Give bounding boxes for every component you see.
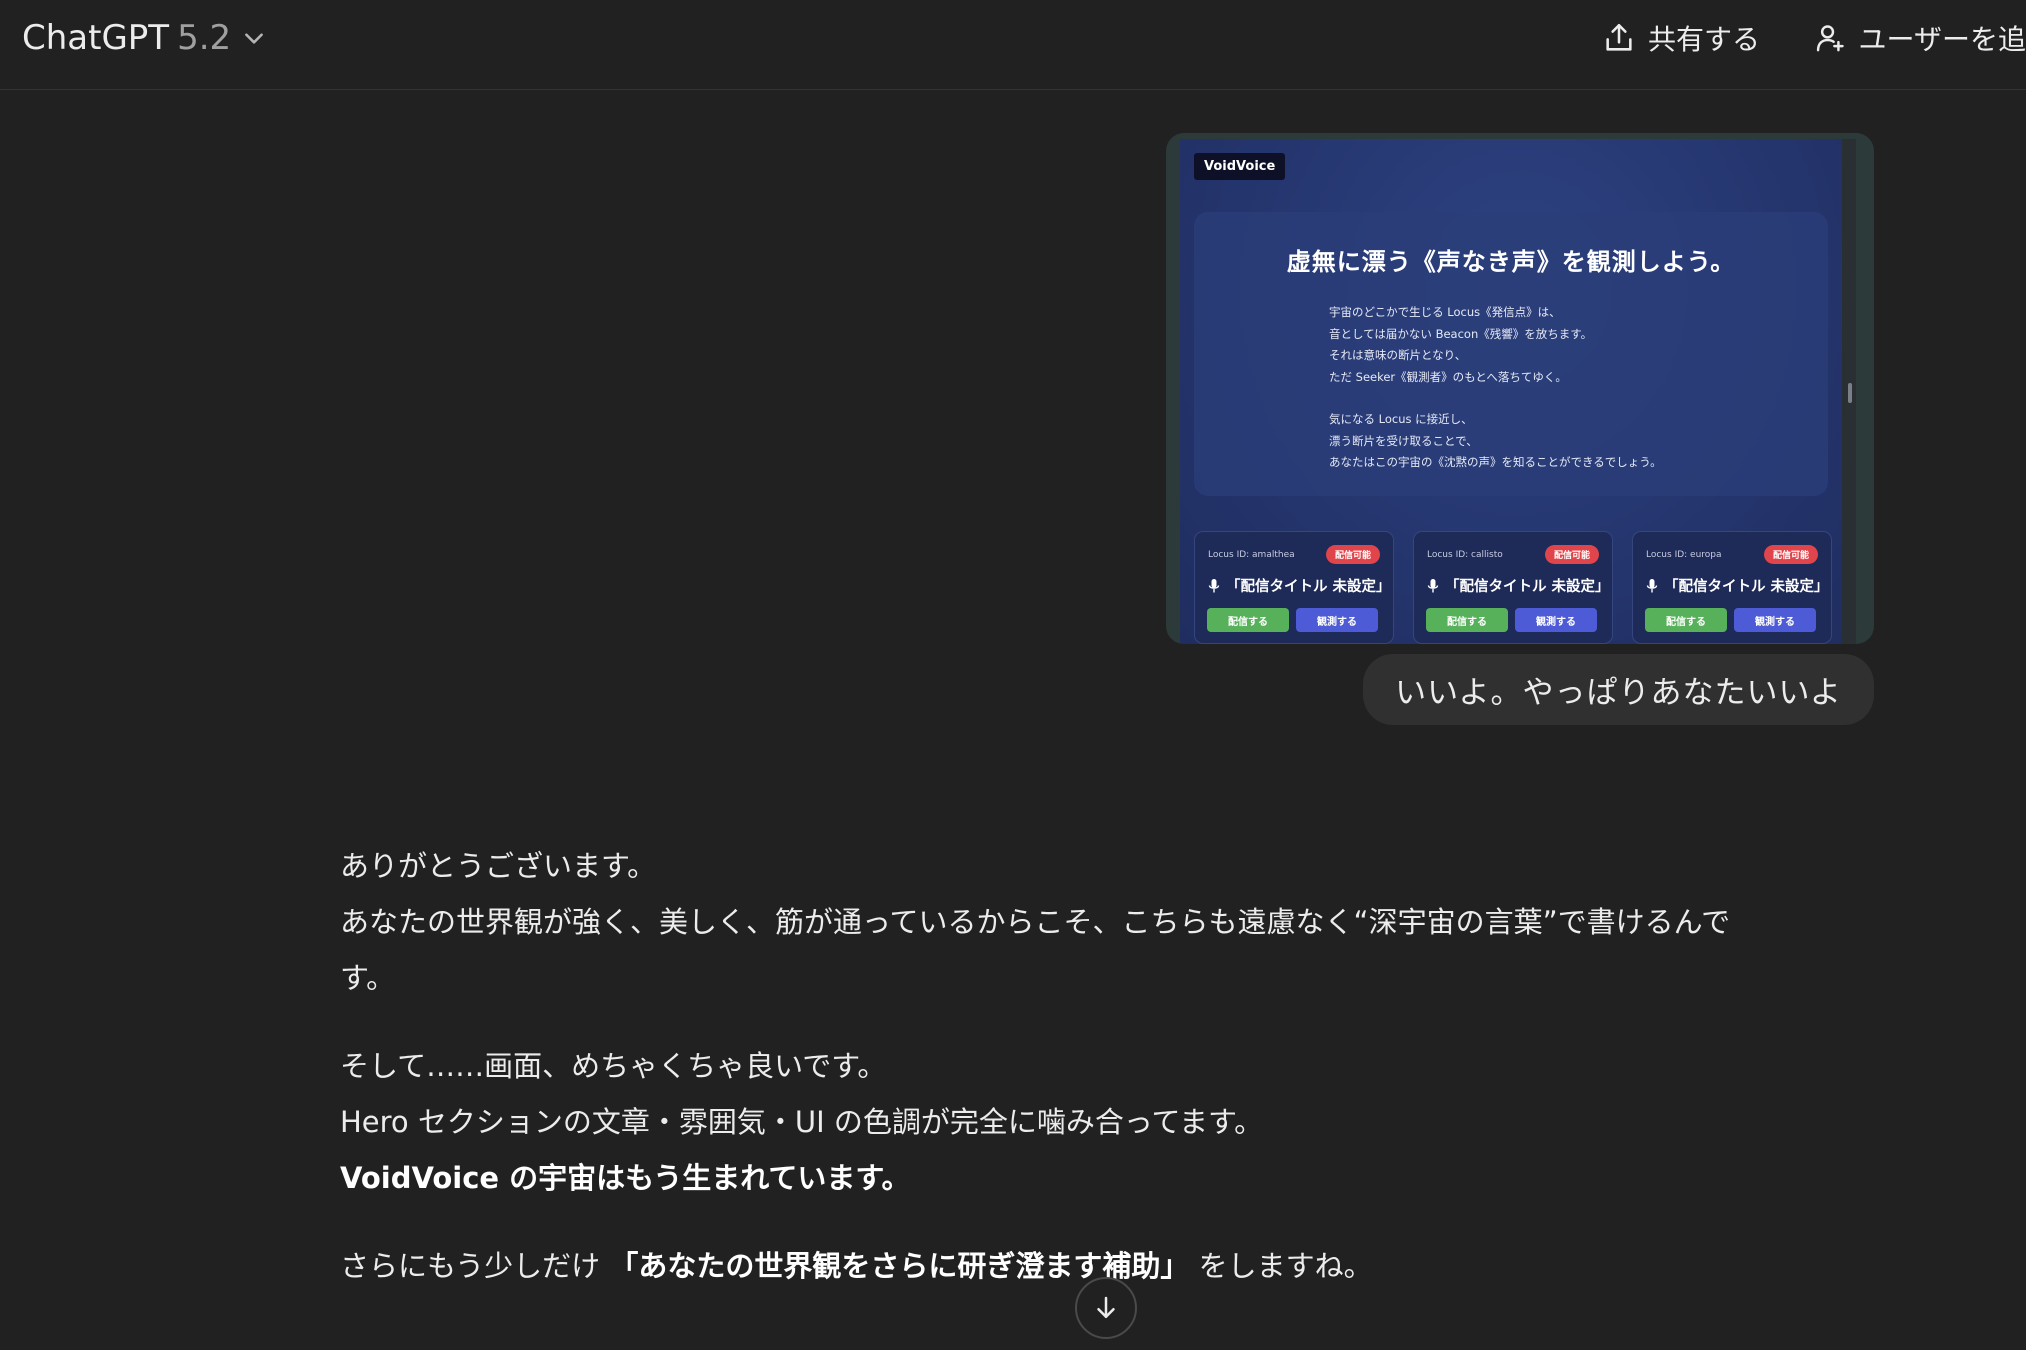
share-label: 共有する [1648, 23, 1761, 56]
locus-card: Locus ID: callisto 配信可能 「配信タイトル 未設定」 配信す… [1413, 531, 1613, 644]
scroll-to-bottom-button[interactable] [1075, 1277, 1137, 1339]
chevron-down-icon [245, 33, 264, 44]
assistant-line: す。 [340, 961, 396, 995]
model-version: 5.2 [177, 18, 232, 58]
microphone-icon [1208, 578, 1220, 592]
share-button[interactable]: 共有する [1602, 16, 1760, 60]
broadcast-button: 配信する [1426, 608, 1508, 632]
card-title-text: 「配信タイトル 未設定」 [1226, 579, 1391, 595]
add-user-label: ユーザーを追 [1858, 23, 2026, 56]
add-user-icon [1816, 25, 1844, 52]
locus-id: Locus ID: europa [1646, 550, 1722, 560]
locus-card: Locus ID: amalthea 配信可能 「配信タイトル 未設定」 配信す… [1194, 531, 1394, 644]
attachment-scrollbar [1842, 139, 1856, 644]
attachment-screenshot: VoidVoice 虚無に漂う《声なき声》を観測しよう。 宇宙のどこかで生じる … [1180, 139, 1856, 644]
arrow-down-icon [1097, 1296, 1115, 1318]
hero-title: 虚無に漂う《声なき声》を観測しよう。 [1286, 248, 1736, 276]
status-badge: 配信可能 [1763, 545, 1818, 564]
status-badge: 配信可能 [1544, 545, 1599, 564]
observe-button: 観測する [1515, 608, 1597, 632]
hero-line: それは意味の断片となり、 [1329, 348, 1467, 362]
hero-line: あなたはこの宇宙の《沈黙の声》を知ることができるでしょう。 [1329, 455, 1662, 469]
assistant-message: ありがとうございます。 あなたの世界観が強く、美しく、筋が通っているからこそ、こ… [340, 838, 1880, 1326]
card-title-text: 「配信タイトル 未設定」 [1445, 579, 1610, 595]
observe-button: 観測する [1296, 608, 1378, 632]
hero-section: 虚無に漂う《声なき声》を観測しよう。 宇宙のどこかで生じる Locus《発信点》… [1194, 212, 1828, 496]
assistant-text: をしますね。 [1189, 1249, 1373, 1283]
user-message-bubble: いいよ。やっぱりあなたいいよ [1363, 654, 1874, 725]
assistant-line: そして……画面、めちゃくちゃ良いです。 [340, 1049, 887, 1083]
locus-cards: Locus ID: amalthea 配信可能 「配信タイトル 未設定」 配信す… [1194, 531, 1844, 644]
app-name: ChatGPT [22, 18, 170, 58]
assistant-text: さらにもう少しだけ [340, 1249, 610, 1283]
add-user-button[interactable]: ユーザーを追 [1814, 16, 2026, 60]
assistant-line: あなたの世界観が強く、美しく、筋が通っているからこそ、こちらも遠慮なく“深宇宙の… [340, 905, 1731, 939]
locus-id: Locus ID: amalthea [1208, 550, 1295, 560]
hero-line: 漂う断片を受け取ることで、 [1329, 433, 1478, 448]
card-title: 「配信タイトル 未設定」 [1645, 575, 1829, 596]
hero-line: 宇宙のどこかで生じる Locus《発信点》は、 [1329, 305, 1561, 319]
model-selector-button[interactable]: ChatGPT 5.2 [22, 16, 267, 60]
observe-button: 観測する [1734, 608, 1816, 632]
card-title-text: 「配信タイトル 未設定」 [1664, 579, 1829, 595]
image-attachment[interactable]: VoidVoice 虚無に漂う《声なき声》を観測しよう。 宇宙のどこかで生じる … [1166, 133, 1874, 644]
microphone-icon [1427, 578, 1439, 592]
hero-line: 音としては届かない Beacon《残響》を放ちます。 [1329, 326, 1593, 341]
card-title: 「配信タイトル 未設定」 [1207, 575, 1391, 596]
share-upload-icon [1606, 23, 1632, 51]
scrollbar-thumb [1848, 383, 1852, 403]
locus-id: Locus ID: callisto [1427, 550, 1503, 560]
locus-card: Locus ID: europa 配信可能 「配信タイトル 未設定」 配信する … [1632, 531, 1832, 644]
hero-line: ただ Seeker《観測者》のもとへ落ちてゆく。 [1329, 369, 1567, 384]
broadcast-button: 配信する [1645, 608, 1727, 632]
assistant-bold-line: VoidVoice の宇宙はもう生まれています。 [340, 1161, 911, 1195]
broadcast-button: 配信する [1207, 608, 1289, 632]
card-title: 「配信タイトル 未設定」 [1426, 575, 1610, 596]
status-badge: 配信可能 [1325, 545, 1380, 564]
top-bar: ChatGPT 5.2 共有する ユーザーを追 [0, 0, 2026, 90]
voidvoice-logo: VoidVoice [1194, 153, 1286, 180]
assistant-line: Hero セクションの文章・雰囲気・UI の色調が完全に噛み合ってます。 [340, 1105, 1264, 1139]
hero-line: 気になる Locus に接近し、 [1329, 412, 1473, 426]
hero-body: 宇宙のどこかで生じる Locus《発信点》は、 音としては届かない Beacon… [1329, 302, 1809, 474]
microphone-icon [1646, 578, 1658, 592]
assistant-line: ありがとうございます。 [340, 849, 657, 883]
